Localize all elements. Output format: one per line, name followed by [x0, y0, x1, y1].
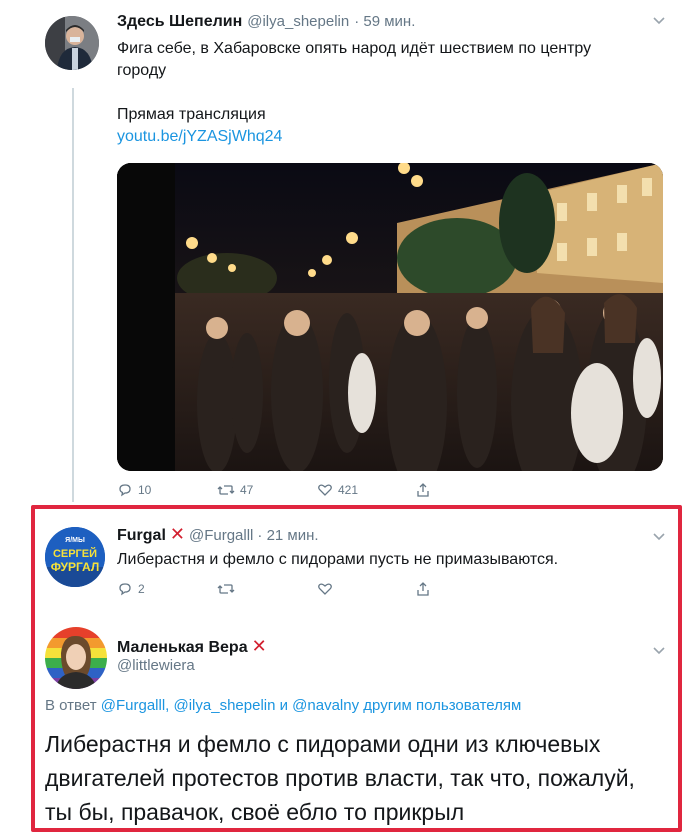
reply-count: 2	[138, 582, 145, 596]
reply-others-link[interactable]: другим пользователям	[363, 697, 521, 714]
reply-action[interactable]: 2	[117, 581, 145, 597]
reply-prefix: В ответ	[45, 697, 97, 714]
like-count: 421	[338, 483, 359, 497]
reply-icon	[119, 484, 131, 497]
share-action[interactable]	[415, 581, 431, 597]
x-mark-icon: ✕	[169, 524, 185, 544]
author-handle[interactable]: @ilya_shepelin	[247, 13, 349, 30]
rainbow-avatar-icon	[45, 627, 107, 689]
tweet-text-line: Либерастня и фемло с пидорами одни из кл…	[45, 731, 601, 757]
tweet-time[interactable]: · 21 мин.	[257, 527, 318, 544]
avatar[interactable]	[45, 16, 99, 70]
retweet-icon	[217, 584, 235, 594]
author-name[interactable]: Здесь Шепелин	[117, 13, 242, 31]
avatar-top-text: Я/МЫ	[65, 537, 85, 544]
reply-users-link[interactable]: @Furgalll, @ilya_shepelin и @navalny	[101, 697, 359, 714]
avatar[interactable]	[45, 627, 107, 689]
tweet-header: Furgal ✕ @Furgalll · 21 мин.	[117, 524, 319, 545]
author-name[interactable]: Маленькая Вера	[117, 639, 248, 657]
like-action[interactable]: 421	[317, 482, 358, 498]
chevron-down-icon[interactable]	[652, 642, 666, 658]
x-mark-icon: ✕	[251, 636, 267, 656]
share-icon	[417, 483, 429, 497]
retweet-icon	[217, 485, 235, 495]
reply-icon	[119, 583, 131, 596]
reply-count: 10	[138, 483, 152, 497]
tweet-header: Маленькая Вера ✕	[117, 636, 267, 657]
author-handle[interactable]: @Furgalll	[189, 527, 253, 544]
tweet-text-line: двигателей протестов против власти, так …	[45, 765, 635, 791]
chevron-down-icon[interactable]	[652, 528, 666, 544]
heart-icon	[318, 583, 332, 595]
chevron-down-icon[interactable]	[652, 12, 666, 28]
tweet-text-line: городу	[117, 62, 167, 79]
tweet-text-line: Прямая трансляция	[117, 106, 266, 123]
video-thumbnail[interactable]	[117, 163, 663, 471]
tweet-time[interactable]: · 59 мин.	[354, 13, 415, 30]
campaign-logo-icon: Я/МЫ СЕРГЕЙ ФУРГАЛ	[45, 527, 105, 587]
tweet-text: Фига себе, в Хабаровске опять народ идёт…	[117, 38, 657, 148]
like-action[interactable]	[317, 581, 333, 597]
author-name[interactable]: Furgal	[117, 527, 166, 545]
share-action[interactable]	[415, 482, 431, 498]
reply-context: В ответ @Furgalll, @ilya_shepelin и @nav…	[45, 697, 521, 714]
tweet-text: Либерастня и фемло с пидорами одни из кл…	[45, 727, 675, 829]
street-night-image-icon	[117, 163, 663, 471]
tweet-link[interactable]: youtu.be/jYZASjWhq24	[117, 126, 657, 148]
retweet-action[interactable]: 47	[217, 482, 253, 498]
tweet-actions: 10 47 421	[117, 482, 437, 502]
tweet-actions: 2	[117, 581, 437, 601]
heart-icon	[318, 484, 332, 496]
share-icon	[417, 582, 429, 596]
tweet-text: Либерастня и фемло с пидорами пусть не п…	[117, 551, 559, 568]
reply-action[interactable]: 10	[117, 482, 151, 498]
author-handle[interactable]: @littlewiera	[117, 657, 195, 674]
avatar-line2: ФУРГАЛ	[51, 560, 100, 574]
retweet-count: 47	[240, 483, 254, 497]
tweet-text-line: Фига себе, в Хабаровске опять народ идёт…	[117, 40, 592, 57]
person-avatar-icon	[45, 16, 99, 70]
avatar-line1: СЕРГЕЙ	[53, 547, 97, 560]
thread-line	[72, 88, 74, 502]
retweet-action[interactable]	[217, 581, 235, 597]
tweet-header: Здесь Шепелин @ilya_shepelin · 59 мин.	[117, 13, 415, 31]
avatar[interactable]: Я/МЫ СЕРГЕЙ ФУРГАЛ	[45, 527, 105, 587]
tweet-text-line: ты бы, правачок, своё ебло то прикрыл	[45, 799, 465, 825]
